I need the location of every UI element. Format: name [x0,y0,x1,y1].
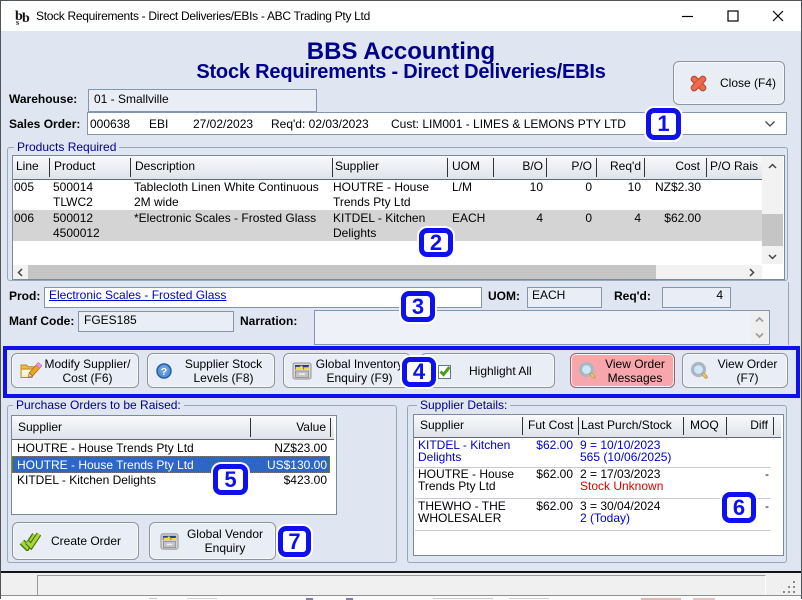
svg-text:?: ? [161,366,167,378]
svg-text:b: b [22,11,30,26]
svg-text:s: s [16,18,19,26]
